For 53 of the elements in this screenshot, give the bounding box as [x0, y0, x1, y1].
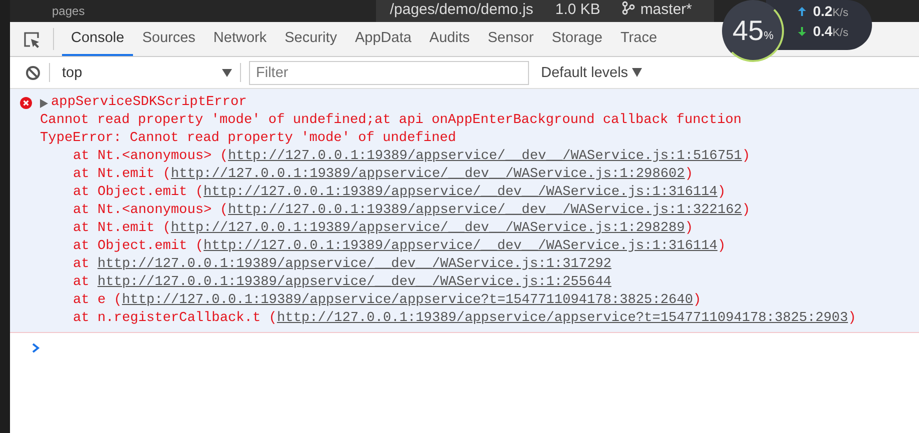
tab[interactable]: Trace	[611, 22, 666, 56]
tab[interactable]: AppData	[346, 22, 420, 56]
tab[interactable]: Network	[204, 22, 276, 56]
source-link[interactable]: http://127.0.0.1:19389/appservice/appservice?t=1547711094178:3825:2640	[122, 293, 693, 308]
filter-field[interactable]: Filter	[249, 60, 529, 84]
source-link[interactable]: http://127.0.0.1:19389/appservice/__dev__/WAService.js:1:255644	[97, 275, 612, 290]
inspect-icon[interactable]	[23, 31, 41, 49]
stack-frame: at http://127.0.0.1:19389/appservice/__dev__/WAService.js:1:317292	[40, 256, 856, 274]
tab[interactable]: Sensor	[478, 22, 543, 56]
source-link[interactable]: http://127.0.0.1:19389/appservice/__dev__/WAService.js:1:317292	[97, 257, 612, 272]
upload-speed: 0.2K/s	[813, 3, 848, 19]
stack-frame: at Nt.<anonymous> (http://127.0.0.1:19389/appservice/__dev__/WAService.js:1:516751)	[40, 148, 856, 166]
folder-label[interactable]: pages	[52, 4, 85, 18]
source-link[interactable]: http://127.0.0.1:19389/appservice/__dev__/WAService.js:1:516751	[228, 149, 742, 164]
tab[interactable]: Audits	[420, 22, 479, 56]
stack-frame: at http://127.0.0.1:19389/appservice/__dev__/WAService.js:1:255644	[40, 274, 856, 292]
source-link[interactable]: http://127.0.0.1:19389/appservice/__dev__/WAService.js:1:298602	[170, 167, 685, 182]
stack-frame: at e (http://127.0.0.1:19389/appservice/appservice?t=1547711094178:3825:2640)	[40, 292, 856, 310]
upload-arrow-icon	[798, 6, 806, 16]
expand-triangle-icon[interactable]	[40, 98, 48, 108]
error-text: Cannot read property 'mode' of undefined;at api onAppEnterBackground callback function	[40, 112, 743, 130]
prompt-icon[interactable]	[31, 343, 41, 353]
error-icon	[20, 97, 32, 109]
usage-percent: 45	[732, 15, 764, 47]
tab[interactable]: Console	[62, 22, 134, 56]
stack-frame: at Nt.<anonymous> (http://127.0.0.1:19389/appservice/__dev__/WAService.js:1:322162)	[40, 202, 856, 220]
levels-dropdown[interactable]: Default levels	[535, 64, 648, 82]
dropdown-icon	[632, 68, 642, 76]
source-link[interactable]: http://127.0.0.1:19389/appservice/__dev__/WAService.js:1:316114	[204, 185, 718, 200]
source-link[interactable]: http://127.0.0.1:19389/appservice/appservice?t=1547711094178:3825:2903	[276, 311, 848, 326]
source-link[interactable]: http://127.0.0.1:19389/appservice/__dev__/WAService.js:1:316114	[204, 239, 718, 254]
error-text: TypeError: Cannot read property 'mode' of undefined	[40, 130, 458, 148]
source-link[interactable]: http://127.0.0.1:19389/appservice/__dev__/WAService.js:1:298289	[170, 221, 685, 236]
stack-frame: at Nt.emit (http://127.0.0.1:19389/appservice/__dev__/WAService.js:1:298289)	[40, 220, 856, 238]
error-title: appServiceSDKScriptError	[51, 94, 247, 112]
stack-frame: at Object.emit (http://127.0.0.1:19389/appservice/__dev__/WAService.js:1:316114)	[40, 238, 856, 256]
download-arrow-icon	[798, 26, 806, 36]
context-select[interactable]: top	[50, 64, 240, 80]
file-size: 1.0 KB	[555, 0, 600, 18]
dropdown-icon	[222, 68, 232, 76]
branch-label: master*	[622, 0, 692, 18]
file-path: /pages/demo/demo.js	[390, 0, 534, 18]
download-speed: 0.4K/s	[813, 23, 848, 39]
branch-icon	[622, 0, 636, 14]
stack-frame: at Object.emit (http://127.0.0.1:19389/appservice/__dev__/WAService.js:1:316114)	[40, 184, 856, 202]
tab[interactable]: Storage	[542, 22, 612, 56]
percent-unit: %	[764, 30, 774, 42]
stack-frame: at n.registerCallback.t (http://127.0.0.1:19389/appservice/appservice?t=1547711094178:3825:2903)	[40, 310, 856, 328]
clear-console-icon[interactable]	[25, 64, 41, 80]
source-link[interactable]: http://127.0.0.1:19389/appservice/__dev__/WAService.js:1:322162	[228, 203, 742, 218]
tab[interactable]: Sources	[133, 22, 204, 56]
stack-frame: at Nt.emit (http://127.0.0.1:19389/appservice/__dev__/WAService.js:1:298602)	[40, 166, 856, 184]
tab[interactable]: Security	[276, 22, 346, 56]
